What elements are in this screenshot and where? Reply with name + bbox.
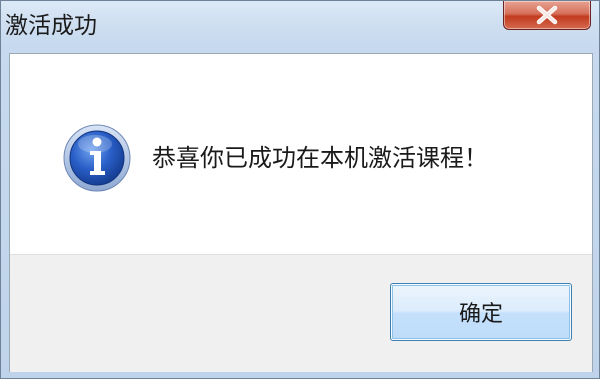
message-text: 恭喜你已成功在本机激活课程！: [152, 144, 488, 172]
button-bar: 确定: [10, 254, 592, 372]
title-bar[interactable]: 激活成功: [1, 1, 599, 43]
window-title: 激活成功: [5, 13, 97, 39]
message-area: 恭喜你已成功在本机激活课程！: [10, 54, 592, 254]
close-icon: [536, 5, 558, 25]
close-button[interactable]: [503, 1, 591, 30]
dialog-body: 恭喜你已成功在本机激活课程！ 确定: [9, 53, 593, 372]
dialog-window: 激活成功 恭喜你已成功在本机激活课程！ 确定: [0, 0, 600, 379]
ok-button[interactable]: 确定: [390, 283, 572, 341]
info-icon: [63, 124, 131, 192]
